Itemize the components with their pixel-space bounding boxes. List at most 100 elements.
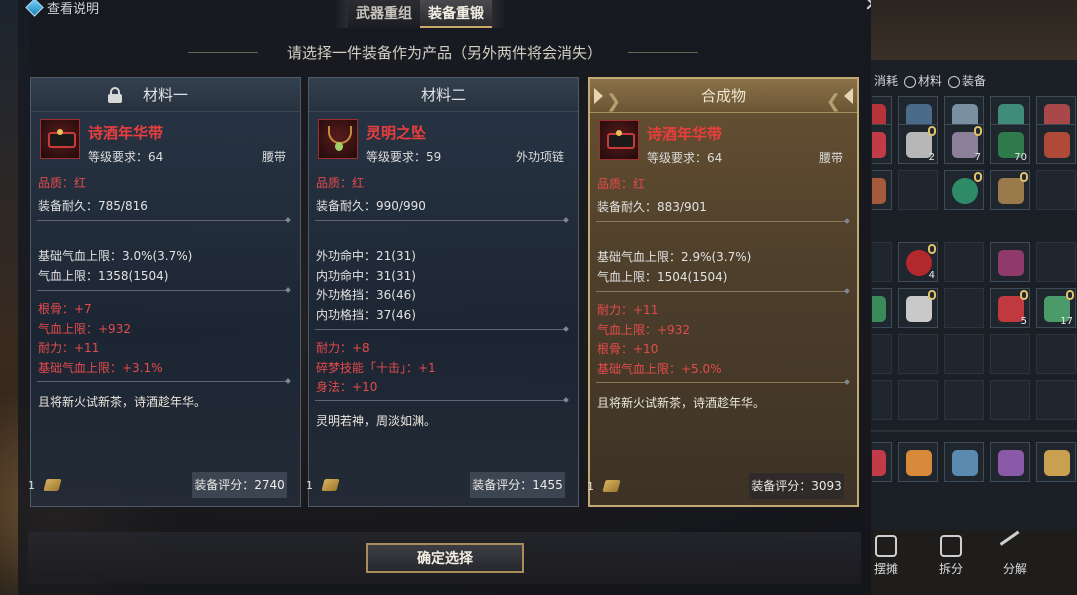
item-slot: 腰带 [261, 150, 286, 164]
level-requirement: 等级要求：64 [88, 150, 164, 164]
tab-bar: 武器重组 装备重锻 [336, 0, 504, 28]
inventory-slot[interactable] [944, 334, 984, 374]
item-icon [952, 178, 978, 204]
arrow-left-icon [594, 88, 603, 104]
item-name: 灵明之坠 [366, 124, 427, 142]
inventory-divider [871, 430, 1077, 432]
material-card-2[interactable]: 材料二 灵明之坠 等级要求：59 外功项链 品质：红 装备耐久：990/990 … [306, 77, 579, 507]
card-title: 材料一 [142, 86, 188, 104]
inventory-slot[interactable] [898, 288, 938, 328]
decompose-button[interactable]: 分解 [997, 530, 1033, 577]
bonus-attr: 气血上限：+932 [597, 323, 690, 337]
inventory-slot[interactable] [990, 380, 1030, 420]
separator [315, 220, 566, 221]
scroll-icon [321, 479, 340, 491]
separator [596, 221, 847, 222]
inventory-slot[interactable]: 17 [1036, 288, 1076, 328]
reforge-dialog: 武器重组 装备重锻 ✕ 请选择一件装备作为产品（另外两件将会消失） 材料一 诗酒… [18, 0, 881, 595]
bag-slot[interactable] [944, 442, 984, 482]
inventory-slot[interactable] [872, 170, 892, 210]
inventory-slot[interactable] [944, 170, 984, 210]
filter-label: 材料 [918, 74, 943, 88]
tab-weapon-recombine[interactable]: 武器重组 [348, 0, 420, 28]
bag-icon [998, 450, 1024, 476]
flavor-text: 且将新火试新茶，诗酒趁年华。 [38, 395, 207, 409]
bag-slot[interactable] [990, 442, 1030, 482]
bag-icon [906, 450, 932, 476]
inventory-slot[interactable] [1036, 170, 1076, 210]
inventory-slot[interactable] [1036, 380, 1076, 420]
inventory-slot[interactable]: 7 [944, 124, 984, 164]
item-icon [998, 178, 1024, 204]
item-name: 诗酒年华带 [647, 125, 723, 143]
inventory-slot[interactable] [944, 288, 984, 328]
item-durability: 装备耐久：990/990 [316, 199, 426, 213]
inventory-slot[interactable] [872, 124, 892, 164]
action-label: 拆分 [938, 562, 963, 576]
chevron-left-icon: ❯ [606, 91, 622, 112]
item-count: 2 [928, 152, 935, 163]
separator [37, 381, 288, 382]
stall-button[interactable]: 摆摊 [868, 535, 904, 577]
tab-cap-right [492, 0, 504, 28]
inventory-slot[interactable] [872, 242, 892, 282]
item-count: 4 [928, 270, 935, 281]
inventory-slot[interactable] [898, 380, 938, 420]
belt-item-icon[interactable] [599, 120, 639, 160]
separator [37, 290, 288, 291]
inventory-slot[interactable]: 5 [990, 288, 1030, 328]
material-card-1[interactable]: 材料一 诗酒年华带 等级要求：64 腰带 品质：红 装备耐久：785/816 基… [28, 77, 301, 507]
bag-icon [952, 450, 978, 476]
filter-equipment[interactable]: 装备 [945, 72, 986, 90]
inventory-header [871, 0, 1077, 60]
filter-consume[interactable]: 消耗 [874, 72, 898, 89]
inventory-slot[interactable] [872, 334, 892, 374]
inventory-slot[interactable] [872, 380, 892, 420]
inventory-slot[interactable] [898, 334, 938, 374]
inventory-slot[interactable] [1036, 242, 1076, 282]
inventory-slot[interactable]: 70 [990, 124, 1030, 164]
chevron-right-icon: ❮ [825, 91, 841, 112]
item-count: 70 [1014, 152, 1027, 163]
inventory-slot[interactable] [944, 242, 984, 282]
bag-slot[interactable] [1036, 442, 1076, 482]
inventory-slot[interactable]: 4 [898, 242, 938, 282]
necklace-item-icon[interactable] [318, 119, 358, 159]
equipment-score: 装备评分：2740 [192, 472, 287, 498]
inventory-slot[interactable] [1036, 334, 1076, 374]
lock-icon [1066, 290, 1074, 300]
base-attr: 基础气血上限：2.9%(3.7%) [597, 250, 752, 264]
item-count: 5 [1020, 316, 1027, 327]
bonus-attr: 根骨：+7 [38, 302, 92, 316]
inventory-slot[interactable] [990, 170, 1030, 210]
confirm-selection-button[interactable]: 确定选择 [366, 543, 524, 573]
help-link[interactable]: 查看说明 [25, 0, 99, 17]
flavor-text: 灵明若神，周淡如渊。 [316, 414, 437, 428]
inventory-slot[interactable] [1036, 124, 1076, 164]
inventory-slot[interactable] [990, 242, 1030, 282]
lock-icon[interactable] [107, 87, 123, 103]
lock-icon [1020, 172, 1028, 182]
hammer-icon [999, 530, 1031, 562]
bag-slot[interactable] [872, 442, 892, 482]
item-quality: 品质：红 [597, 177, 646, 191]
inventory-slot[interactable] [944, 380, 984, 420]
inventory-slot[interactable] [872, 288, 892, 328]
inventory-slot[interactable] [898, 170, 938, 210]
item-count: 17 [1060, 316, 1073, 327]
result-card[interactable]: ❯ 合成物 ❮ 诗酒年华带 等级要求：64 腰带 品质：红 装备耐久：883/9… [587, 77, 859, 507]
bag-icon [872, 450, 886, 476]
belt-item-icon[interactable] [40, 119, 80, 159]
bag-slot[interactable] [898, 442, 938, 482]
scroll-icon [43, 479, 62, 491]
filter-material[interactable]: 材料 [901, 72, 943, 90]
base-attr: 外功命中：21(31) [316, 249, 416, 263]
instruction-text: 请选择一件装备作为产品（另外两件将会消失） [286, 44, 602, 62]
split-button[interactable]: 拆分 [933, 535, 969, 577]
arrow-right-icon [844, 88, 853, 104]
card-header: 材料一 [31, 78, 300, 112]
inventory-slot[interactable] [990, 334, 1030, 374]
tab-equipment-reforge[interactable]: 装备重锻 [420, 0, 492, 28]
radio-icon [945, 73, 963, 90]
inventory-slot[interactable]: 2 [898, 124, 938, 164]
